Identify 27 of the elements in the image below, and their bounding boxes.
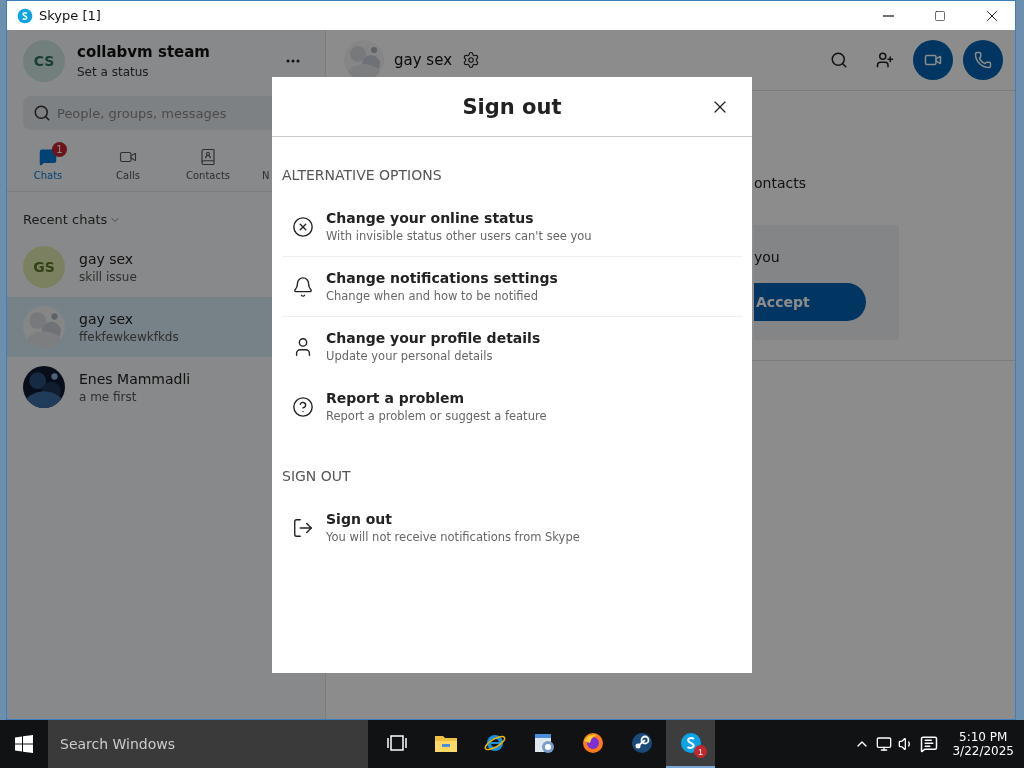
section-heading: SIGN OUT	[282, 468, 352, 486]
chat-avatar: GS	[23, 246, 65, 288]
chat-preview: ffekfewkewkfkds	[79, 329, 179, 344]
option-title: Change your profile details	[326, 330, 541, 346]
option-title: Change your online status	[326, 210, 535, 226]
option-title: Report a problem	[326, 390, 466, 406]
dialog-title: Sign out	[462, 94, 562, 119]
option-subtitle: With invisible status other users can't see you	[326, 229, 592, 243]
chat-name: Enes Mammadli	[79, 370, 191, 387]
option-subtitle: Change when and how to be notified	[326, 289, 539, 303]
option-subtitle: Update your personal details	[326, 349, 494, 363]
conversation-title: gay sex	[394, 51, 452, 69]
option-subtitle: Report a problem or suggest a feature	[326, 409, 547, 423]
option-title: Change notifications settings	[326, 270, 558, 286]
contacts-text: ontacts	[754, 175, 807, 191]
option-subtitle: You will not receive notifications from Skype	[326, 530, 580, 544]
window-title: Skype [1]	[39, 8, 102, 23]
option-title: Sign out	[326, 511, 394, 527]
unread-badge: 1	[52, 142, 67, 157]
section-heading: ALTERNATIVE OPTIONS	[282, 167, 443, 185]
request-text: you	[754, 249, 781, 265]
chat-name: gay sex	[79, 250, 135, 267]
profile-name: collabvm steam	[77, 43, 211, 61]
notification-badge: 1	[694, 745, 707, 758]
chat-name: gay sex	[79, 310, 135, 327]
chat-preview: skill issue	[79, 269, 137, 284]
chat-preview: a me first	[79, 389, 138, 404]
